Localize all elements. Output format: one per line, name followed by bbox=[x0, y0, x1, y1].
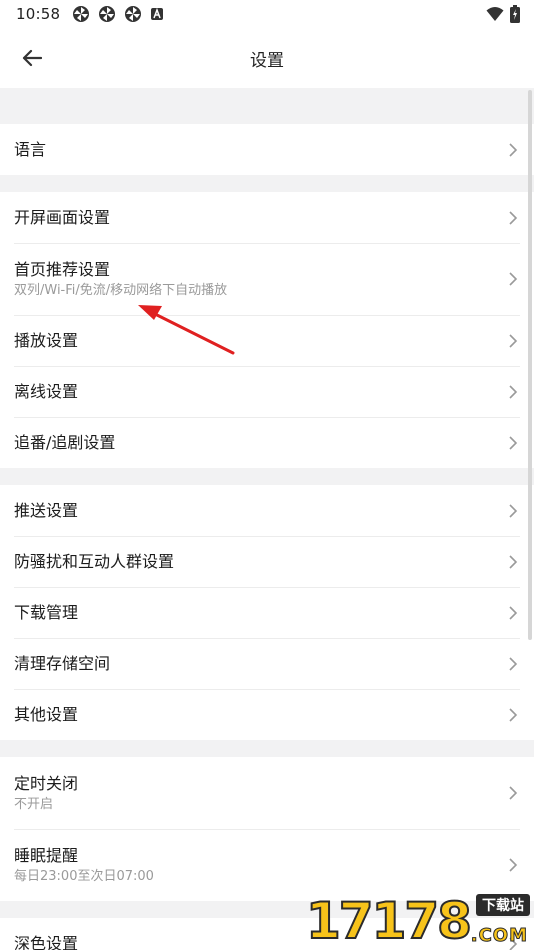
chevron-right-icon bbox=[509, 272, 518, 286]
settings-item-label: 开屏画面设置 bbox=[14, 207, 111, 227]
back-button[interactable] bbox=[16, 42, 48, 74]
chevron-right-icon bbox=[509, 210, 518, 225]
pinwheel-icon bbox=[125, 6, 142, 22]
settings-item-label: 离线设置 bbox=[14, 381, 79, 401]
settings-item-offline[interactable]: 离线设置 bbox=[0, 366, 534, 417]
settings-item-label: 防骚扰和互动人群设置 bbox=[14, 551, 175, 571]
settings-item-description: 双列/Wi-Fi/免流/移动网络下自动播放 bbox=[14, 282, 228, 298]
chevron-right-icon bbox=[509, 503, 518, 518]
app-bar: 设置 bbox=[0, 28, 534, 88]
settings-group-general: 推送设置 防骚扰和互动人群设置 下载管理 清理存储空间 其他设置 bbox=[0, 485, 534, 740]
status-time: 10:58 bbox=[16, 5, 61, 23]
section-spacer bbox=[0, 88, 534, 124]
settings-item-description: 每日23:00至次日07:00 bbox=[14, 868, 154, 884]
settings-item-label: 定时关闭 bbox=[14, 773, 79, 793]
settings-group-language: 语言 bbox=[0, 124, 534, 175]
chevron-right-icon bbox=[509, 435, 518, 450]
settings-item-splash-screen[interactable]: 开屏画面设置 bbox=[0, 192, 534, 243]
page-title: 设置 bbox=[250, 50, 284, 71]
chevron-right-icon bbox=[509, 656, 518, 671]
system-icons bbox=[486, 5, 520, 23]
chevron-right-icon bbox=[509, 858, 518, 872]
settings-item-language[interactable]: 语言 bbox=[0, 124, 534, 175]
scrollbar[interactable] bbox=[528, 90, 532, 640]
chevron-right-icon bbox=[509, 707, 518, 722]
back-arrow-icon bbox=[22, 49, 42, 67]
settings-group-display: 开屏画面设置 首页推荐设置 双列/Wi-Fi/免流/移动网络下自动播放 播放设置… bbox=[0, 192, 534, 468]
settings-item-label: 首页推荐设置 bbox=[14, 259, 111, 279]
section-spacer bbox=[0, 468, 534, 485]
settings-item-sleep-timer[interactable]: 定时关闭 不开启 bbox=[0, 757, 534, 829]
settings-item-label: 其他设置 bbox=[14, 704, 79, 724]
settings-item-other[interactable]: 其他设置 bbox=[0, 689, 534, 740]
watermark-suffix: .COM bbox=[470, 925, 528, 947]
chevron-right-icon bbox=[509, 554, 518, 569]
watermark-logo: 17178 下载站 .COM bbox=[305, 890, 534, 950]
notification-icons bbox=[72, 5, 164, 23]
settings-item-label: 追番/追剧设置 bbox=[14, 432, 116, 452]
a-notification-icon bbox=[151, 7, 164, 20]
settings-item-label: 睡眠提醒 bbox=[14, 845, 79, 865]
settings-item-label: 推送设置 bbox=[14, 500, 79, 520]
section-spacer bbox=[0, 740, 534, 757]
settings-item-playback[interactable]: 播放设置 bbox=[0, 315, 534, 366]
chevron-right-icon bbox=[509, 605, 518, 620]
section-spacer bbox=[0, 175, 534, 192]
settings-item-clear-storage[interactable]: 清理存储空间 bbox=[0, 638, 534, 689]
settings-item-label: 播放设置 bbox=[14, 330, 79, 350]
status-bar: 10:58 bbox=[0, 0, 534, 28]
pinwheel-icon bbox=[73, 6, 90, 22]
battery-charging-icon bbox=[510, 5, 520, 23]
settings-item-label: 下载管理 bbox=[14, 602, 79, 622]
settings-item-download-manager[interactable]: 下载管理 bbox=[0, 587, 534, 638]
settings-item-home-recommend[interactable]: 首页推荐设置 双列/Wi-Fi/免流/移动网络下自动播放 bbox=[0, 243, 534, 315]
settings-item-follow-series[interactable]: 追番/追剧设置 bbox=[0, 417, 534, 468]
settings-group-timers: 定时关闭 不开启 睡眠提醒 每日23:00至次日07:00 bbox=[0, 757, 534, 901]
settings-item-label: 清理存储空间 bbox=[14, 653, 111, 673]
pinwheel-icon bbox=[99, 6, 116, 22]
wifi-icon bbox=[486, 7, 504, 21]
chevron-right-icon bbox=[509, 333, 518, 348]
chevron-right-icon bbox=[509, 384, 518, 399]
chevron-right-icon bbox=[509, 786, 518, 800]
watermark-number: 17178 bbox=[305, 892, 473, 950]
settings-item-description: 不开启 bbox=[14, 796, 54, 812]
settings-item-label: 语言 bbox=[14, 139, 47, 159]
settings-item-anti-harassment[interactable]: 防骚扰和互动人群设置 bbox=[0, 536, 534, 587]
watermark-badge: 下载站 bbox=[476, 894, 530, 916]
settings-item-push[interactable]: 推送设置 bbox=[0, 485, 534, 536]
chevron-right-icon bbox=[509, 142, 518, 157]
